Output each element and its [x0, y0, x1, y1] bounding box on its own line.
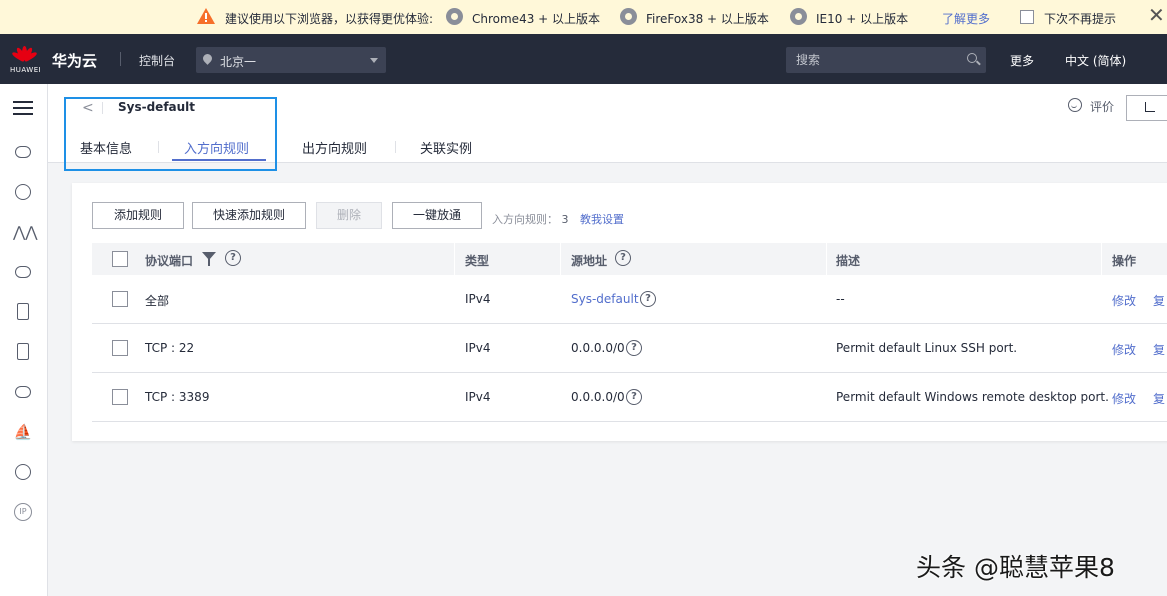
location-pin-icon — [201, 52, 214, 65]
search-input[interactable] — [786, 47, 986, 73]
highlight-box — [64, 97, 277, 171]
rule-count-value: 3 — [561, 213, 569, 226]
region-selector[interactable]: 北京一 — [196, 47, 386, 73]
column-divider — [826, 243, 827, 275]
browser-notice-bar: 建议使用以下浏览器，以获得更优体验: Chrome43 + 以上版本 FireF… — [0, 0, 1167, 34]
copy-link[interactable]: 复 — [1153, 292, 1165, 309]
smile-icon — [1068, 98, 1082, 112]
select-all-checkbox[interactable] — [112, 251, 128, 267]
copy-link[interactable]: 复 — [1153, 341, 1165, 358]
chevron-down-icon — [370, 58, 378, 63]
rule-count: 入方向规则： 3 教我设置 — [492, 211, 624, 227]
cell-type: IPv4 — [465, 341, 491, 355]
feedback-button[interactable] — [1126, 95, 1167, 121]
chrome-icon — [446, 8, 463, 25]
network-icon[interactable]: ⋀⋀ — [13, 222, 38, 242]
row-divider — [92, 323, 1167, 324]
cloud-storage-icon[interactable] — [13, 262, 33, 282]
quick-add-rule-button[interactable]: 快速添加规则 — [192, 202, 306, 229]
sail-icon[interactable]: ⛵ — [13, 422, 33, 442]
cell-type: IPv4 — [465, 390, 491, 404]
browser-firefox: FireFox38 + 以上版本 — [646, 12, 769, 26]
modify-link[interactable]: 修改 — [1112, 292, 1136, 309]
setup-help-link[interactable]: 教我设置 — [580, 213, 624, 226]
globe-icon[interactable] — [13, 462, 33, 482]
help-icon[interactable]: ? — [626, 340, 642, 356]
rate-label: 评价 — [1090, 100, 1115, 114]
row-checkbox[interactable] — [112, 389, 128, 405]
header-type: 类型 — [465, 254, 490, 268]
search-icon[interactable] — [967, 53, 977, 63]
notice-message: 建议使用以下浏览器，以获得更优体验: — [225, 12, 434, 26]
delete-button[interactable]: 删除 — [316, 202, 382, 229]
language-selector[interactable]: 中文 (简体) — [1065, 52, 1126, 69]
cell-port: TCP : 22 — [145, 341, 195, 355]
row-checkbox[interactable] — [112, 291, 128, 307]
row-divider — [92, 372, 1167, 373]
cell-port: TCP : 3389 — [145, 390, 210, 404]
column-divider — [560, 243, 561, 275]
huawei-logo[interactable]: HUAWEI — [10, 42, 42, 78]
ip-icon[interactable]: IP — [13, 502, 33, 522]
browser-chrome: Chrome43 + 以上版本 — [472, 12, 601, 26]
cell-port: 全部 — [145, 294, 170, 308]
service-sidebar: ⋀⋀ ⛵ IP — [0, 84, 48, 596]
header-description: 描述 — [836, 254, 861, 268]
modify-link[interactable]: 修改 — [1112, 341, 1136, 358]
document-icon[interactable] — [13, 342, 33, 362]
cell-description: Permit default Linux SSH port. — [836, 341, 1018, 355]
help-icon[interactable]: ? — [626, 389, 642, 405]
header-divider — [120, 52, 121, 66]
column-divider — [1101, 243, 1102, 275]
menu-icon[interactable] — [13, 100, 33, 116]
ie-icon — [790, 8, 807, 25]
export-icon — [1145, 102, 1155, 112]
learn-more-link[interactable]: 了解更多 — [942, 10, 990, 27]
dont-show-label: 下次不再提示 — [1044, 12, 1117, 26]
header-protocol-port: 协议端口 — [145, 254, 194, 268]
cell-source-link[interactable]: Sys-default — [571, 292, 639, 306]
console-link[interactable]: 控制台 — [139, 52, 175, 69]
copy-link[interactable]: 复 — [1153, 390, 1165, 407]
allow-all-button[interactable]: 一键放通 — [392, 202, 482, 229]
top-header: HUAWEI 华为云 控制台 北京一 更多 中文 (简体) — [0, 34, 1167, 84]
region-label: 北京一 — [220, 55, 257, 69]
watermark-text: 头条 @聪慧苹果8 — [916, 553, 1115, 582]
browser-ie: IE10 + 以上版本 — [816, 12, 909, 26]
header-source: 源地址 — [571, 254, 608, 268]
cloud-server-icon[interactable] — [13, 142, 33, 162]
row-divider — [92, 421, 1167, 422]
help-icon[interactable]: ? — [225, 250, 241, 266]
database-icon[interactable] — [13, 302, 33, 322]
cloud-icon[interactable] — [13, 382, 33, 402]
help-icon[interactable]: ? — [640, 291, 656, 307]
warning-icon — [197, 8, 215, 24]
cell-source: 0.0.0.0/0 — [571, 341, 625, 355]
tab-associated-instances[interactable]: 关联实例 — [420, 138, 472, 157]
modify-link[interactable]: 修改 — [1112, 390, 1136, 407]
rule-count-label: 入方向规则： — [492, 213, 558, 226]
row-checkbox[interactable] — [112, 340, 128, 356]
logo-text: HUAWEI — [10, 66, 42, 74]
cell-description: -- — [836, 292, 845, 306]
brand-name[interactable]: 华为云 — [52, 50, 97, 71]
filter-icon[interactable] — [202, 252, 216, 266]
tab-outbound-rules[interactable]: 出方向规则 — [302, 138, 367, 157]
dont-show-checkbox[interactable] — [1020, 10, 1034, 24]
tab-divider — [395, 141, 396, 153]
cell-type: IPv4 — [465, 292, 491, 306]
header-actions: 操作 — [1112, 254, 1137, 268]
cell-description: Permit default Windows remote desktop po… — [836, 390, 1109, 404]
more-menu[interactable]: 更多 — [1010, 52, 1034, 69]
help-icon[interactable]: ? — [615, 250, 631, 266]
close-icon[interactable]: ✕ — [1148, 5, 1165, 25]
add-rule-button[interactable]: 添加规则 — [92, 202, 184, 229]
cell-source: 0.0.0.0/0 — [571, 390, 625, 404]
firefox-icon — [620, 8, 637, 25]
cloud-group-icon[interactable] — [13, 182, 33, 202]
column-divider — [454, 243, 455, 275]
